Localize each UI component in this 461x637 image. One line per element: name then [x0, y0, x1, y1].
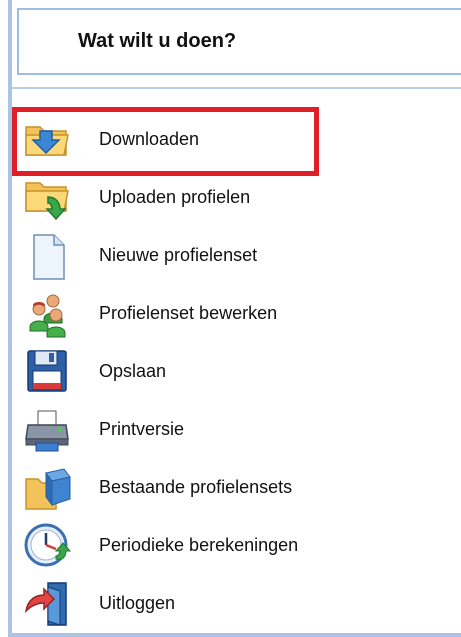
menu-item-label: Downloaden	[99, 129, 200, 149]
menu-item-uitloggen[interactable]: Uitloggen	[12, 579, 452, 629]
menu-item-label: Profielenset bewerken	[99, 303, 278, 323]
logout-door-icon	[22, 579, 72, 629]
panel-divider	[12, 87, 461, 89]
folder-download-icon	[22, 115, 72, 165]
menu-item-label: Uploaden profielen	[99, 187, 251, 207]
menu-header: Wat wilt u doen?	[17, 8, 461, 75]
menu-item-opslaan[interactable]: Opslaan	[12, 347, 452, 397]
menu-item-label: Periodieke berekeningen	[99, 535, 299, 555]
users-group-icon	[22, 289, 72, 339]
menu-item-downloaden[interactable]: Downloaden	[12, 115, 452, 165]
new-document-icon	[22, 231, 72, 281]
folder-box-icon	[22, 463, 72, 513]
menu-item-label: Uitloggen	[99, 593, 176, 613]
page-title: Wat wilt u doen?	[78, 30, 237, 52]
menu-item-periodieke-berekeningen[interactable]: Periodieke berekeningen	[12, 521, 452, 571]
menu-item-label: Printversie	[99, 419, 185, 439]
floppy-disk-icon	[22, 347, 72, 397]
menu-item-bestaande-profielensets[interactable]: Bestaande profielensets	[12, 463, 452, 513]
menu-item-printversie[interactable]: Printversie	[12, 405, 452, 455]
menu-item-label: Bestaande profielensets	[99, 477, 293, 497]
menu-item-label: Nieuwe profielenset	[99, 245, 258, 265]
menu-item-uploaden-profielen[interactable]: Uploaden profielen	[12, 173, 452, 223]
printer-icon	[22, 405, 72, 455]
menu-item-profielenset-bewerken[interactable]: Profielenset bewerken	[12, 289, 452, 339]
clock-icon	[22, 521, 72, 571]
folder-upload-icon	[22, 173, 72, 223]
menu-item-label: Opslaan	[99, 361, 167, 381]
menu-item-nieuwe-profielenset[interactable]: Nieuwe profielenset	[12, 231, 452, 281]
